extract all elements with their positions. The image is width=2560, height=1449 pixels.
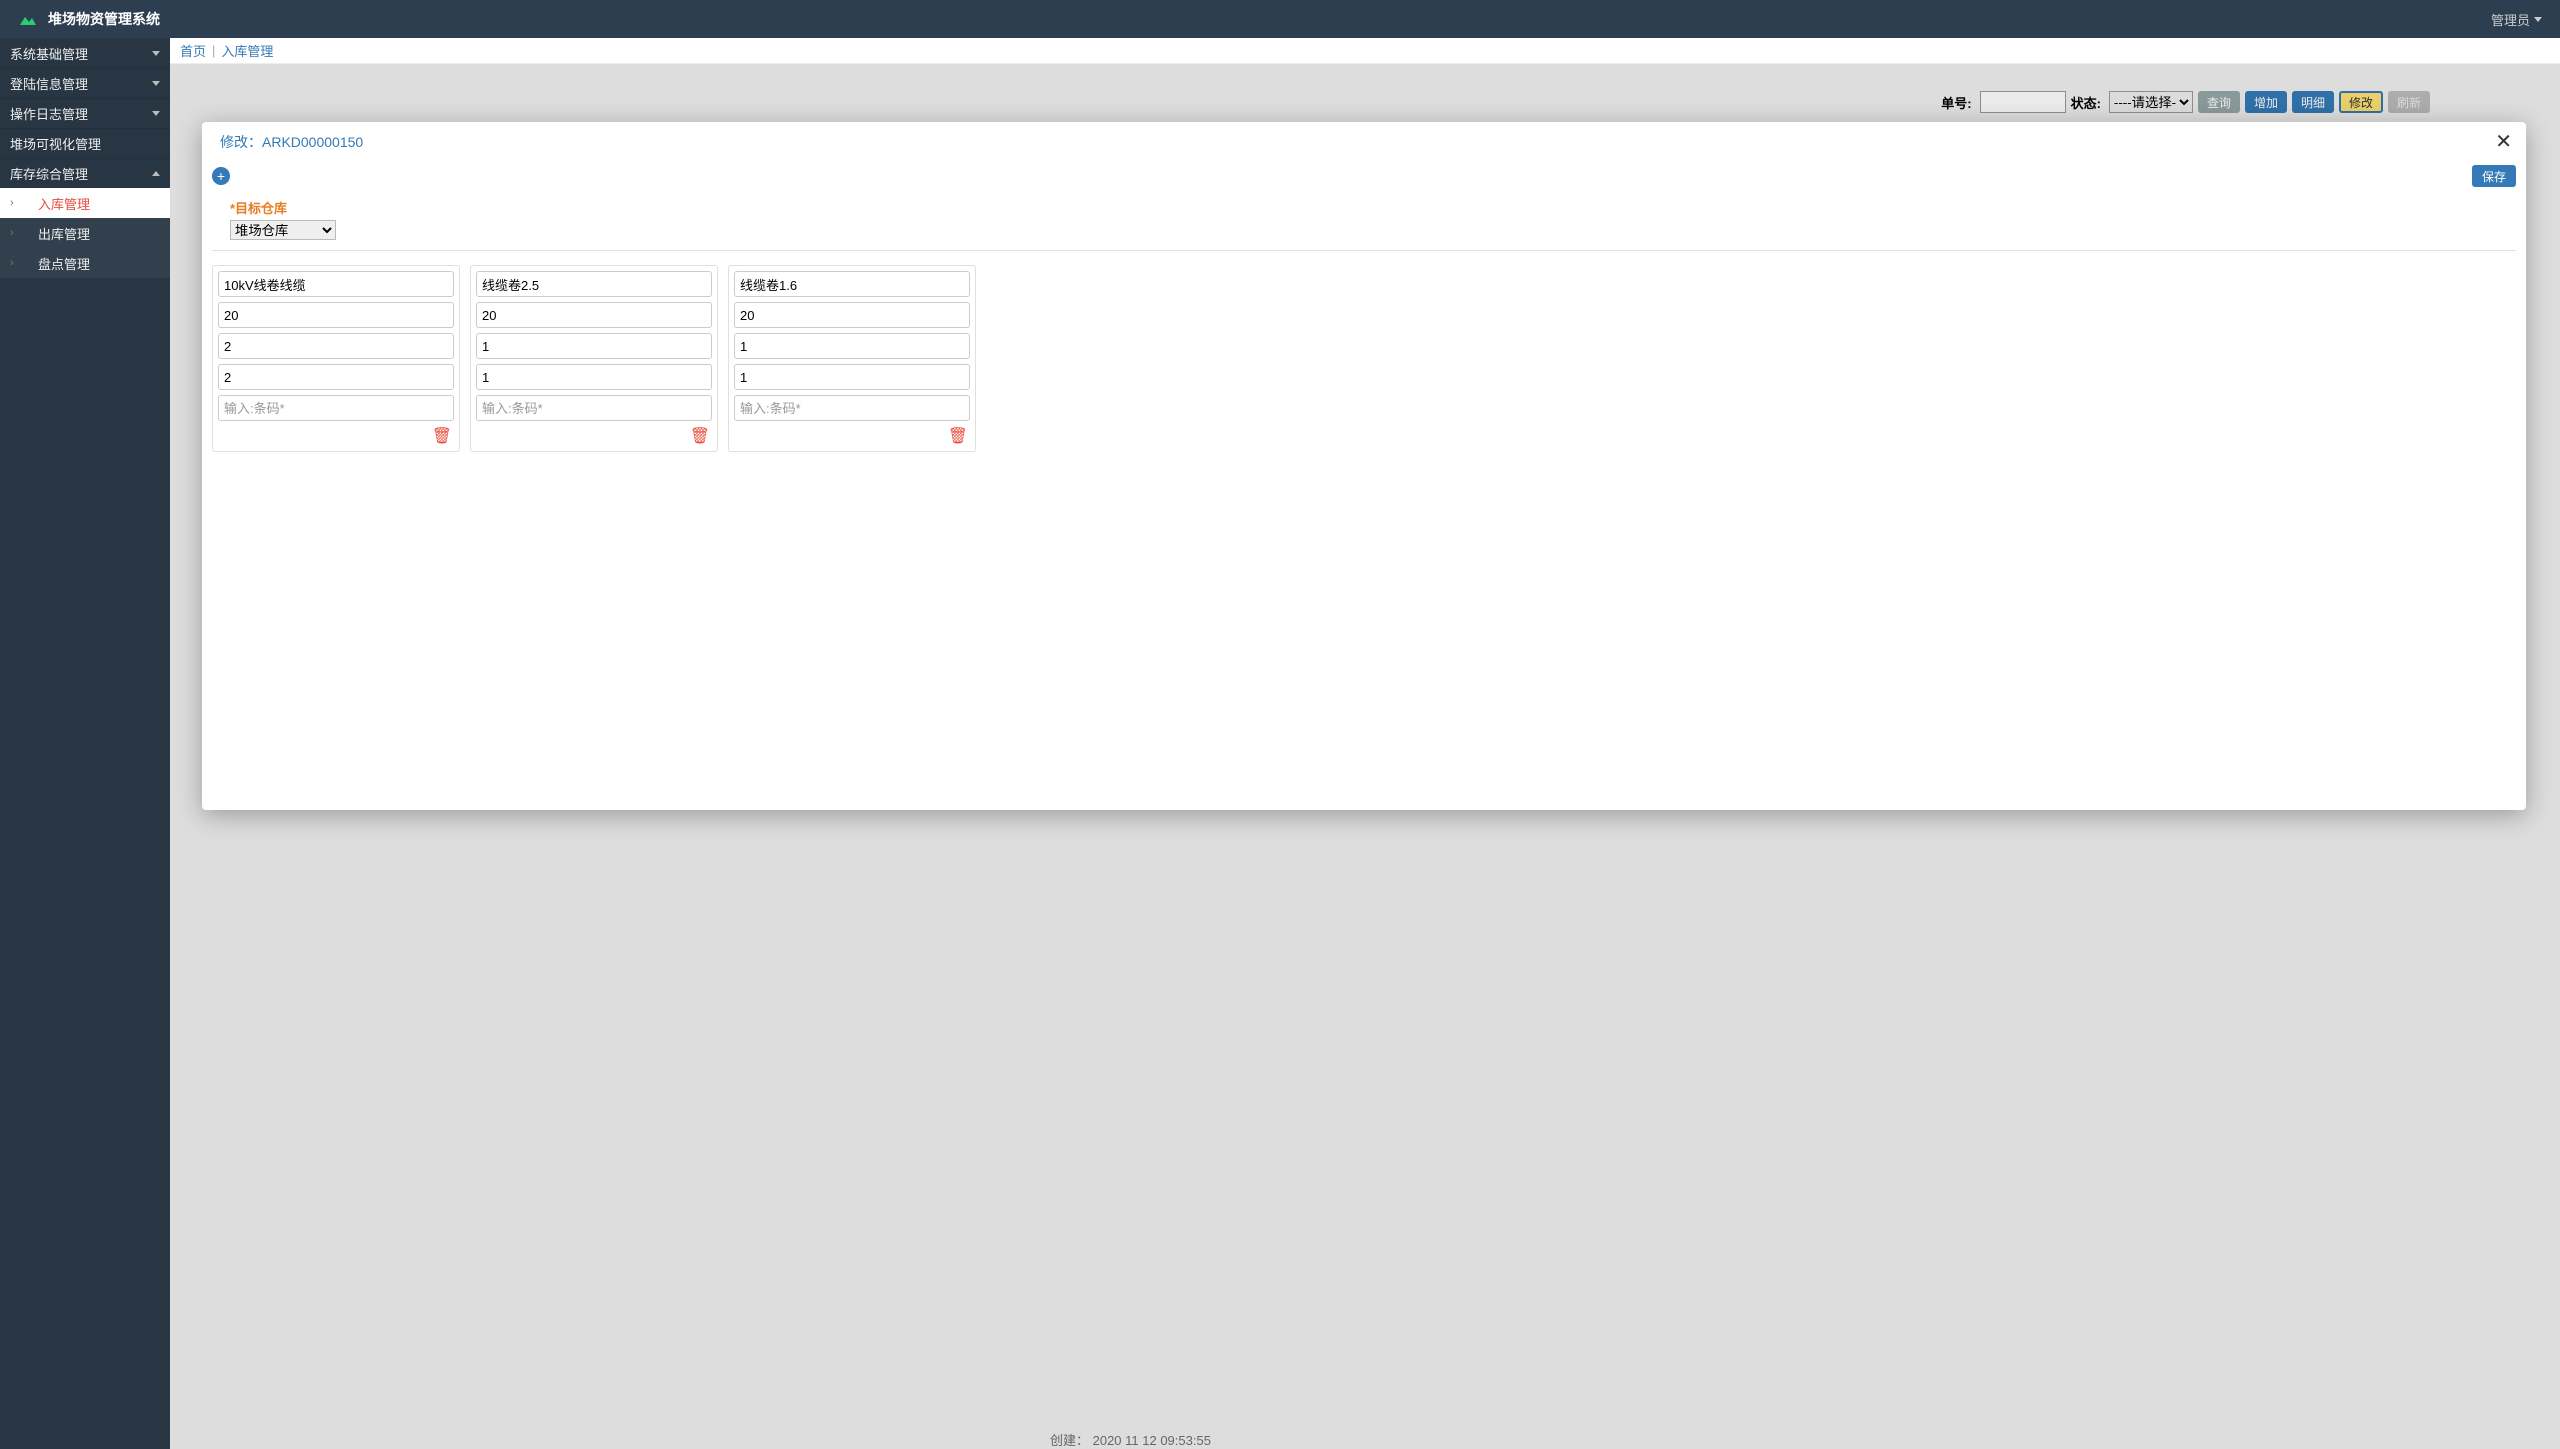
edit-modal: 修改：ARKD00000150 ✕ + 保存 *目标仓库 堆场仓库 (202, 122, 2526, 810)
breadcrumb-current[interactable]: 入库管理 (221, 41, 273, 60)
sidebar-sub-stocktake[interactable]: › 盘点管理 (0, 248, 170, 278)
item-barcode-input[interactable] (218, 395, 454, 421)
plus-icon: + (217, 168, 225, 184)
logo-icon (18, 11, 38, 27)
app-title: 堆场物资管理系统 (48, 9, 160, 29)
footer-peek-text: 创建： 2020 11 12 09:53:55 (1050, 1430, 1211, 1449)
trash-icon: 🗑 (948, 428, 968, 445)
content: 首页 | 入库管理 单号: 状态: ----请选择---- 查询 增加 明细 修… (170, 38, 2560, 1449)
sidebar-item-system-base[interactable]: 系统基础管理 (0, 38, 170, 68)
modal-title: 修改：ARKD00000150 (220, 132, 363, 152)
sidebar-item-yard-visual[interactable]: 堆场可视化管理 (0, 128, 170, 158)
delete-item-button[interactable]: 🗑 (476, 426, 712, 446)
item-v2-input[interactable] (476, 364, 712, 390)
sidebar-sub-inbound[interactable]: › 入库管理 (0, 188, 170, 218)
sidebar: 系统基础管理 登陆信息管理 操作日志管理 堆场可视化管理 库存综合管理 › 入库… (0, 38, 170, 1449)
sidebar-sub-label: 出库管理 (38, 224, 90, 243)
delete-item-button[interactable]: 🗑 (734, 426, 970, 446)
user-label: 管理员 (2491, 10, 2530, 29)
sidebar-item-label: 库存综合管理 (10, 164, 88, 183)
item-barcode-input[interactable] (734, 395, 970, 421)
modal-title-prefix: 修改： (220, 134, 262, 150)
save-button[interactable]: 保存 (2472, 165, 2516, 187)
chevron-right-icon: › (10, 227, 14, 239)
breadcrumb-sep: | (212, 43, 215, 58)
main: 系统基础管理 登陆信息管理 操作日志管理 堆场可视化管理 库存综合管理 › 入库… (0, 38, 2560, 1449)
modal-order-no: ARKD00000150 (262, 134, 363, 150)
item-name-input[interactable] (734, 271, 970, 297)
topbar: 堆场物资管理系统 管理员 (0, 0, 2560, 38)
trash-icon: 🗑 (432, 428, 452, 445)
item-v2-input[interactable] (218, 364, 454, 390)
item-cards: 🗑 🗑 (212, 265, 2516, 452)
chevron-right-icon: › (10, 257, 14, 269)
sidebar-sub-label: 入库管理 (38, 194, 90, 213)
delete-item-button[interactable]: 🗑 (218, 426, 454, 446)
target-warehouse-label: *目标仓库 (230, 198, 2498, 217)
sidebar-sub-outbound[interactable]: › 出库管理 (0, 218, 170, 248)
breadcrumb-home[interactable]: 首页 (180, 41, 206, 60)
item-barcode-input[interactable] (476, 395, 712, 421)
sidebar-item-stock-manage[interactable]: 库存综合管理 (0, 158, 170, 188)
user-menu[interactable]: 管理员 (2491, 10, 2542, 29)
sidebar-sub-label: 盘点管理 (38, 254, 90, 273)
modal-body: *目标仓库 堆场仓库 🗑 (202, 190, 2526, 810)
add-row-button[interactable]: + (212, 167, 230, 185)
sidebar-item-op-log[interactable]: 操作日志管理 (0, 98, 170, 128)
item-v1-input[interactable] (476, 333, 712, 359)
topbar-left: 堆场物资管理系统 (18, 9, 160, 29)
item-card: 🗑 (212, 265, 460, 452)
item-card: 🗑 (470, 265, 718, 452)
item-name-input[interactable] (218, 271, 454, 297)
item-v1-input[interactable] (734, 333, 970, 359)
chevron-right-icon: › (10, 197, 14, 209)
close-icon[interactable]: ✕ (2495, 132, 2512, 152)
item-qty-input[interactable] (734, 302, 970, 328)
breadcrumb: 首页 | 入库管理 (170, 38, 2560, 64)
sidebar-item-login-info[interactable]: 登陆信息管理 (0, 68, 170, 98)
modal-header: 修改：ARKD00000150 ✕ (202, 122, 2526, 162)
item-qty-input[interactable] (476, 302, 712, 328)
sidebar-item-label: 堆场可视化管理 (10, 134, 101, 153)
trash-icon: 🗑 (690, 428, 710, 445)
target-warehouse-block: *目标仓库 堆场仓库 (212, 198, 2516, 251)
item-name-input[interactable] (476, 271, 712, 297)
sidebar-item-label: 系统基础管理 (10, 44, 88, 63)
item-v2-input[interactable] (734, 364, 970, 390)
item-qty-input[interactable] (218, 302, 454, 328)
target-warehouse-select[interactable]: 堆场仓库 (230, 220, 336, 240)
modal-toolbar: + 保存 (202, 162, 2526, 190)
item-card: 🗑 (728, 265, 976, 452)
caret-down-icon (2534, 17, 2542, 22)
sidebar-item-label: 登陆信息管理 (10, 74, 88, 93)
sidebar-item-label: 操作日志管理 (10, 104, 88, 123)
item-v1-input[interactable] (218, 333, 454, 359)
